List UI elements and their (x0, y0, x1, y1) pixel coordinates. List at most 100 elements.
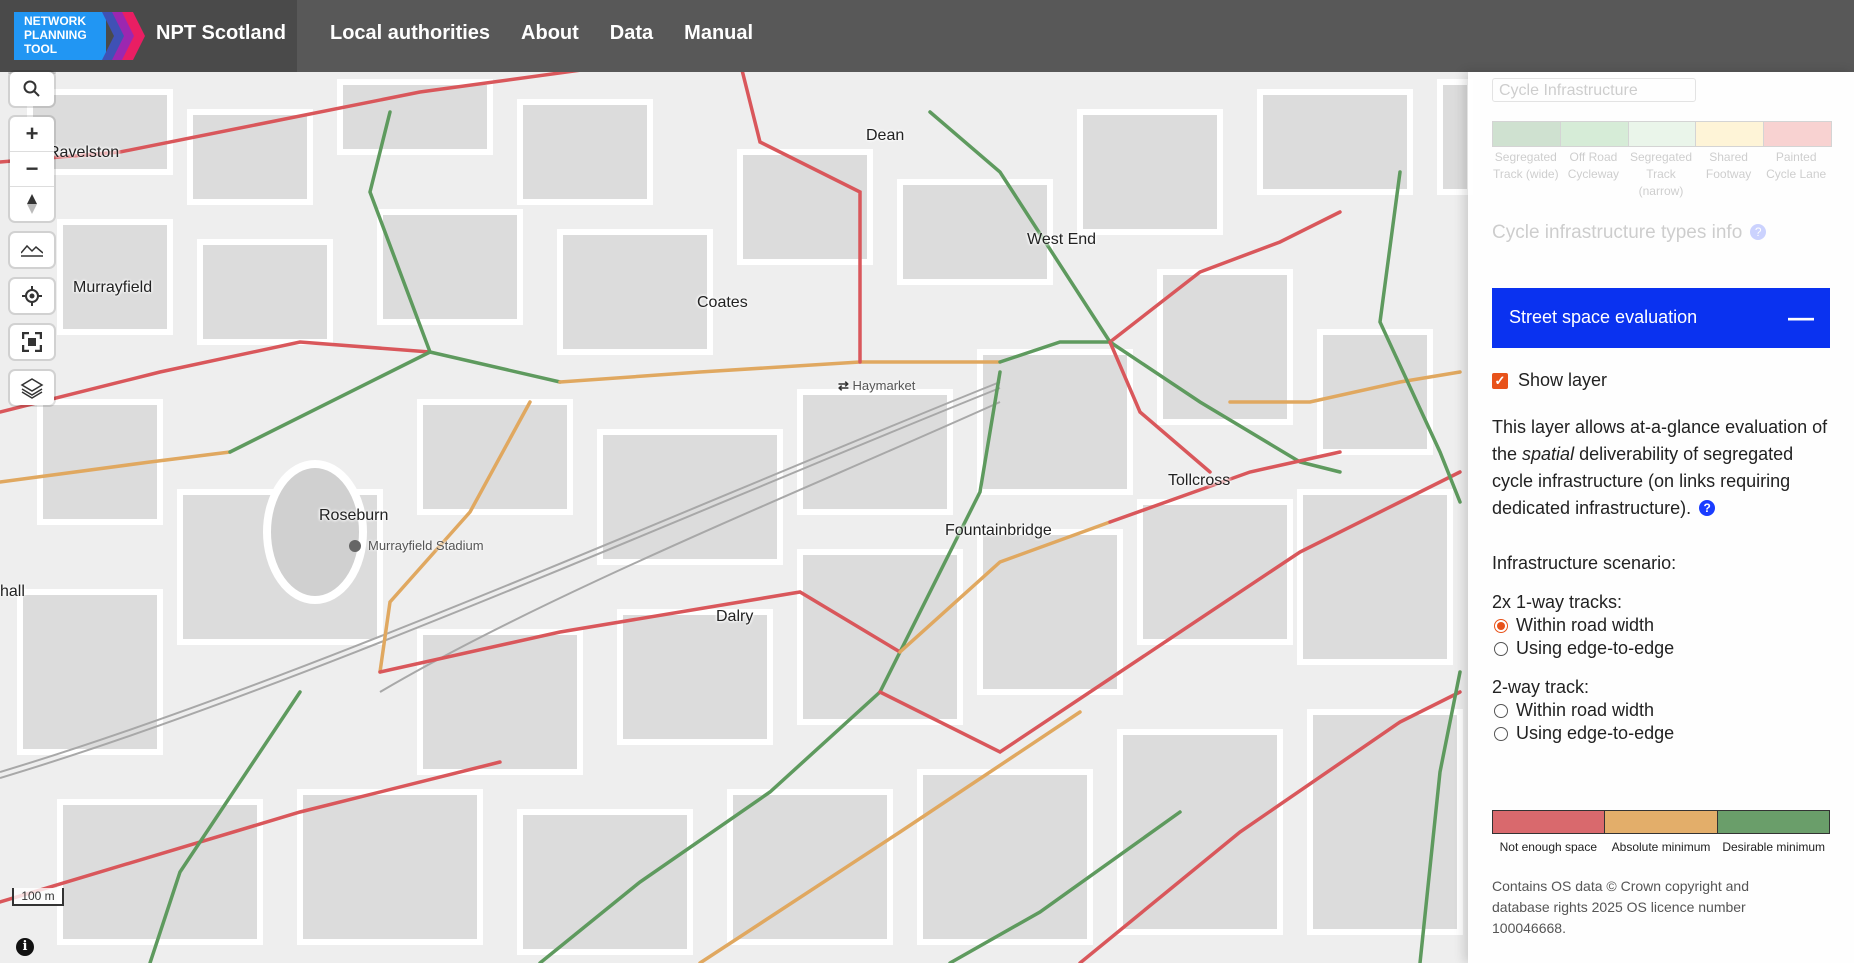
scenario-heading: Infrastructure scenario: (1492, 553, 1677, 573)
npt-logo[interactable]: NETWORK PLANNING TOOL (14, 12, 147, 60)
zoom-in-button[interactable]: + (10, 117, 54, 152)
zoom-out-icon: − (25, 156, 39, 181)
place-hall: hall (0, 583, 25, 600)
poi-haymarket: ⇄ Haymarket (838, 378, 915, 394)
side-panel: Cycle Infrastructure Segregated Track (w… (1468, 72, 1854, 963)
terrain-icon (21, 244, 43, 257)
radio-1way-edge-to-edge[interactable]: Using edge-to-edge (1494, 638, 1674, 659)
poi-haymarket-label: Haymarket (852, 378, 916, 393)
radio-2way-edge-to-edge[interactable]: Using edge-to-edge (1494, 723, 1674, 744)
radio-label: Within road width (1516, 615, 1655, 635)
map-attribution: Contains OS data © Crown copyright and d… (1492, 878, 1750, 936)
legend-swatch-absolute-minimum (1605, 811, 1718, 833)
help-icon[interactable]: ? (1699, 500, 1716, 516)
place-tollcross: Tollcross (1168, 472, 1231, 489)
legend-swatch-segregated-wide (1493, 122, 1561, 146)
locate-control-group (10, 279, 54, 313)
nav-data[interactable]: Data (610, 22, 653, 45)
street-space-legend-labels: Not enough space Absolute minimum Desira… (1492, 840, 1830, 854)
radio-label: Using edge-to-edge (1516, 638, 1675, 658)
locate-icon (22, 286, 42, 306)
info-icon[interactable]: i (16, 938, 34, 956)
legend-swatch-segregated-narrow (1628, 122, 1697, 146)
layer-select[interactable]: Cycle Infrastructure (1492, 78, 1696, 102)
place-coates: Coates (697, 294, 748, 311)
radio-button[interactable] (1494, 618, 1508, 633)
cycle-infrastructure-info-label: Cycle infrastructure types info (1492, 222, 1743, 243)
legend-swatch-not-enough-space (1493, 811, 1606, 833)
top-nav-bar: NETWORK PLANNING TOOL NPT Scotland Local… (0, 0, 1854, 72)
zoom-out-button[interactable]: − (10, 152, 54, 187)
legend-swatch-desirable-minimum (1717, 811, 1829, 833)
place-murrayfield: Murrayfield (73, 279, 153, 296)
fullscreen-control-group (10, 325, 54, 359)
compass-button[interactable] (10, 187, 54, 221)
layers-button[interactable] (10, 371, 54, 405)
group1-heading: 2x 1-way tracks: (1492, 592, 1623, 612)
radio-label: Using edge-to-edge (1516, 723, 1675, 743)
radio-1way-within-road[interactable]: Within road width (1494, 615, 1654, 636)
street-space-legend (1492, 810, 1830, 834)
place-west-end: West End (1027, 231, 1097, 248)
radio-button[interactable] (1494, 641, 1508, 656)
legend-label: Painted Cycle Lane (1766, 150, 1827, 181)
place-roseburn: Roseburn (319, 507, 389, 524)
radio-button[interactable] (1494, 703, 1508, 718)
group2-heading: 2-way track: (1492, 677, 1590, 697)
app-name[interactable]: NPT Scotland (156, 22, 286, 45)
cycle-infrastructure-info[interactable]: Cycle infrastructure types info? (1492, 222, 1767, 244)
search-button[interactable] (10, 72, 54, 106)
legend-label: Segregated Track (narrow) (1629, 150, 1693, 198)
show-layer-checkbox[interactable]: ✓ (1492, 372, 1508, 389)
nav-about[interactable]: About (521, 22, 579, 45)
rail-station-icon: ⇄ (838, 378, 849, 393)
legend-label: Absolute minimum (1611, 840, 1711, 854)
radio-2way-within-road[interactable]: Within road width (1494, 700, 1654, 721)
show-layer-toggle[interactable]: ✓ Show layer (1492, 370, 1607, 391)
stadium-shape (263, 460, 367, 604)
layer-description: This layer allows at-a-glance evaluation… (1492, 414, 1832, 522)
terrain-control-group (10, 233, 54, 267)
street-space-evaluation-header[interactable]: Street space evaluation — (1492, 288, 1830, 348)
place-fountainbridge: Fountainbridge (945, 522, 1052, 539)
legend-label: Off Road Cycleway (1567, 150, 1620, 181)
nav-manual[interactable]: Manual (684, 22, 753, 45)
radio-label: Within road width (1516, 700, 1655, 720)
place-dean: Dean (866, 127, 905, 144)
brand-area[interactable]: NETWORK PLANNING TOOL NPT Scotland (0, 0, 297, 72)
terrain-button[interactable] (10, 233, 54, 267)
section-title: Street space evaluation (1509, 307, 1698, 327)
show-layer-label: Show layer (1518, 370, 1608, 390)
description-emphasis: spatial (1522, 444, 1575, 464)
search-icon (23, 80, 40, 97)
cycle-infrastructure-legend (1492, 121, 1832, 147)
zoom-in-icon: + (25, 121, 39, 146)
cycle-infrastructure-legend-labels: Segregated Track (wide) Off Road Cyclewa… (1492, 149, 1830, 200)
zoom-control-group: + − (10, 117, 54, 221)
legend-label: Segregated Track (wide) (1493, 150, 1559, 181)
legend-label: Not enough space (1499, 840, 1598, 854)
legend-label: Desirable minimum (1722, 840, 1826, 854)
legend-swatch-painted-lane (1764, 122, 1831, 146)
place-dalry: Dalry (716, 608, 754, 625)
layers-control-group (10, 371, 54, 405)
stadium-marker (349, 540, 361, 552)
locate-button[interactable] (10, 279, 54, 313)
legend-label: Shared Footway (1705, 150, 1752, 181)
layers-icon (20, 378, 44, 399)
collapse-icon[interactable]: — (1788, 302, 1814, 333)
radio-button[interactable] (1494, 726, 1508, 741)
fullscreen-button[interactable] (10, 325, 54, 359)
legend-swatch-shared-footway (1696, 122, 1765, 146)
compass-icon (27, 194, 37, 214)
nav-local-authorities[interactable]: Local authorities (330, 22, 490, 45)
search-control-group (10, 72, 54, 106)
place-ravelston: Ravelston (48, 144, 120, 161)
legend-swatch-off-road (1560, 122, 1629, 146)
poi-murrayfield-stadium: Murrayfield Stadium (368, 538, 484, 553)
fullscreen-icon (22, 332, 42, 352)
help-icon[interactable]: ? (1750, 224, 1767, 240)
main-nav: Local authorities About Data Manual (330, 22, 753, 45)
map-scale: 100 m (12, 888, 64, 906)
logo-text: NETWORK PLANNING TOOL (24, 14, 87, 56)
